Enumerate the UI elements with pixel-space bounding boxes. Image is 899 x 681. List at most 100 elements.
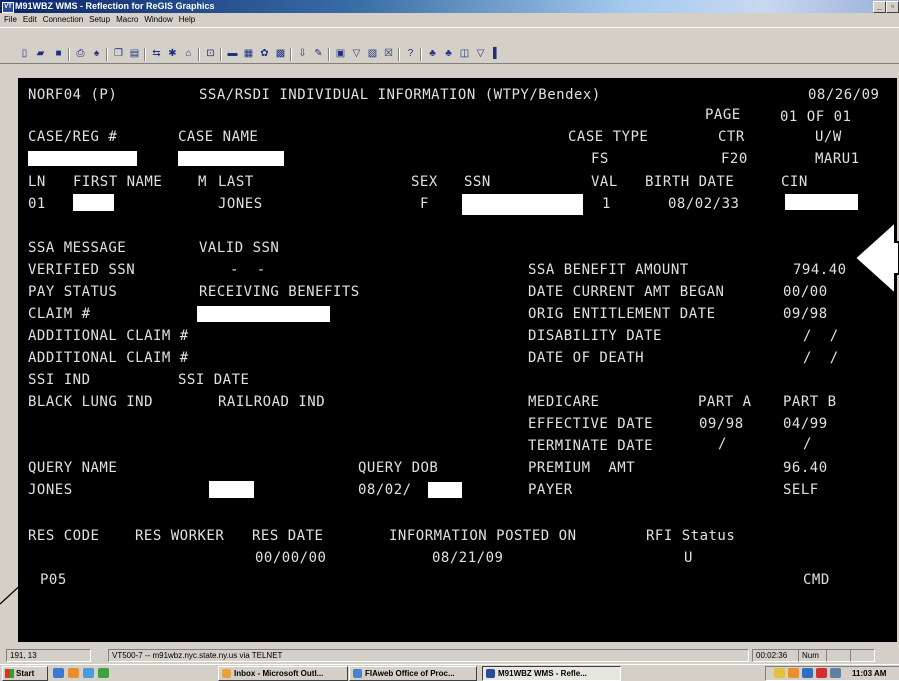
uw-label: U/W	[815, 129, 842, 145]
download-icon[interactable]: ▽	[350, 48, 363, 60]
toolbar-separator	[290, 48, 292, 61]
status-empty-1	[826, 649, 851, 662]
claim-label: CLAIM #	[28, 306, 91, 322]
query-dob-value: 08/02/	[358, 482, 412, 498]
menu-setup[interactable]: Setup	[89, 15, 110, 24]
capture-icon[interactable]: ⊡	[204, 48, 217, 60]
redacted-ssn	[462, 194, 583, 215]
task-reflection[interactable]: M91WBZ WMS - Refle...	[482, 666, 621, 681]
media-quicklaunch-icon[interactable]	[98, 668, 109, 678]
filter-icon[interactable]: ▽	[474, 48, 487, 60]
chat-icon[interactable]: ◫	[458, 48, 471, 60]
help-icon[interactable]: ?	[404, 48, 417, 60]
menu-window[interactable]: Window	[144, 15, 172, 24]
chart-icon[interactable]: ▌	[490, 48, 503, 60]
menu-help[interactable]: Help	[179, 15, 195, 24]
save-icon[interactable]: ■	[52, 48, 65, 60]
birth-date-label: BIRTH DATE	[645, 174, 735, 190]
ln-label: LN	[28, 174, 46, 190]
maximize-button[interactable]: ▫	[886, 1, 899, 13]
date-current-amt-value: 00/00	[783, 284, 828, 300]
terminal-screen[interactable]: NORF04 (P) SSA/RSDI INDIVIDUAL INFORMATI…	[18, 78, 897, 642]
windows-logo-icon	[5, 669, 14, 678]
redacted-case-number	[28, 151, 137, 166]
print-icon[interactable]: ⎙	[74, 48, 87, 60]
ctr-label: CTR	[718, 129, 745, 145]
ssa-message-value: VALID SSN	[199, 240, 280, 256]
paste-icon[interactable]: ▤	[128, 48, 141, 60]
start-button[interactable]: Start	[2, 666, 48, 681]
users-icon[interactable]: ♣	[442, 48, 455, 60]
toolbar-separator	[144, 48, 146, 61]
terminate-date-part-b: /	[803, 436, 812, 452]
window-icon[interactable]: ▣	[334, 48, 347, 60]
cmd-label[interactable]: CMD	[803, 572, 830, 588]
callout-pointer-line	[0, 580, 26, 605]
color-setup-icon[interactable]: ✿	[258, 48, 271, 60]
window-title: M91WBZ WMS - Reflection for ReGIS Graphi…	[15, 1, 215, 11]
additional-claim-label-2: ADDITIONAL CLAIM #	[28, 350, 189, 366]
birth-date-value: 08/02/33	[668, 196, 740, 212]
menu-file[interactable]: File	[4, 15, 17, 24]
status-bar: 191, 13 VT500-7 -- m91wbz.nyc.state.ny.u…	[0, 648, 899, 662]
task-inbox-outlook[interactable]: Inbox - Microsoft Outl...	[218, 666, 348, 681]
open-folder-icon[interactable]: ▰	[34, 48, 47, 60]
keyboard-setup-icon[interactable]: ▩	[274, 48, 287, 60]
tray-app-icon[interactable]	[788, 668, 799, 678]
menu-edit[interactable]: Edit	[23, 15, 37, 24]
premium-amt-part-b: 96.40	[783, 460, 828, 476]
outlook-quicklaunch-icon[interactable]	[68, 668, 79, 678]
effective-date-label: EFFECTIVE DATE	[528, 416, 654, 432]
network-tray-icon[interactable]	[802, 668, 813, 678]
cin-label: CIN	[781, 174, 808, 190]
orig-entitlement-value: 09/98	[783, 306, 828, 322]
terminal-setup-icon[interactable]: ▦	[242, 48, 255, 60]
status-empty-2	[850, 649, 875, 662]
res-date-value: 00/00/00	[255, 550, 327, 566]
antivirus-tray-icon[interactable]	[816, 668, 827, 678]
copy-icon[interactable]: ❐	[112, 48, 125, 60]
sex-value: F	[420, 196, 429, 212]
browser-icon	[353, 669, 362, 678]
task-fiaweb[interactable]: FIAweb Office of Proc...	[349, 666, 477, 681]
volume-tray-icon[interactable]	[830, 668, 841, 678]
pay-status-label: PAY STATUS	[28, 284, 118, 300]
date-of-death-label: DATE OF DEATH	[528, 350, 645, 366]
internet-explorer-icon[interactable]	[53, 668, 64, 678]
task-label: FIAweb Office of Proc...	[365, 669, 455, 678]
host-icon[interactable]: ⌂	[182, 48, 195, 60]
user-icon[interactable]: ♣	[426, 48, 439, 60]
railroad-label: RAILROAD IND	[218, 394, 326, 410]
macro-icon[interactable]: ✎	[312, 48, 325, 60]
disconnect-icon[interactable]: ✱	[166, 48, 179, 60]
toolbar-separator	[328, 48, 330, 61]
mail-tray-icon[interactable]	[774, 668, 785, 678]
close-window-icon[interactable]: ☒	[382, 48, 395, 60]
ssa-benefit-value: 794.40	[793, 262, 847, 278]
find-icon[interactable]: ♠	[90, 48, 103, 60]
part-b-label: PART B	[783, 394, 837, 410]
clock[interactable]: 11:03 AM	[852, 667, 886, 680]
new-document-icon[interactable]: ▯	[18, 48, 31, 60]
image-icon[interactable]: ▧	[366, 48, 379, 60]
query-dob-label: QUERY DOB	[358, 460, 439, 476]
medicare-label: MEDICARE	[528, 394, 600, 410]
val-label: VAL	[591, 174, 618, 190]
connect-icon[interactable]: ⇆	[150, 48, 163, 60]
task-label: M91WBZ WMS - Refle...	[498, 669, 587, 678]
toolbar: ▯ ▰ ■ ⎙ ♠ ❐ ▤ ⇆ ✱ ⌂ ⊡ ▬ ▦ ✿ ▩ ⇩ ✎ ▣ ▽ ▧ …	[0, 27, 899, 64]
verified-ssn-label: VERIFIED SSN	[28, 262, 136, 278]
terminate-date-label: TERMINATE DATE	[528, 438, 654, 454]
menu-macro[interactable]: Macro	[116, 15, 138, 24]
verified-ssn-value: - -	[230, 262, 266, 278]
command-code[interactable]: P05	[40, 572, 67, 588]
res-worker-label: RES WORKER	[135, 528, 225, 544]
menu-connection[interactable]: Connection	[43, 15, 83, 24]
reflection-app-icon[interactable]: VT	[2, 2, 14, 13]
display-setup-icon[interactable]: ▬	[226, 48, 239, 60]
desktop-quicklaunch-icon[interactable]	[83, 668, 94, 678]
minimize-button[interactable]: _	[873, 1, 886, 13]
transfer-icon[interactable]: ⇩	[296, 48, 309, 60]
task-label: Inbox - Microsoft Outl...	[234, 669, 324, 678]
info-posted-label: INFORMATION POSTED ON	[389, 528, 577, 544]
